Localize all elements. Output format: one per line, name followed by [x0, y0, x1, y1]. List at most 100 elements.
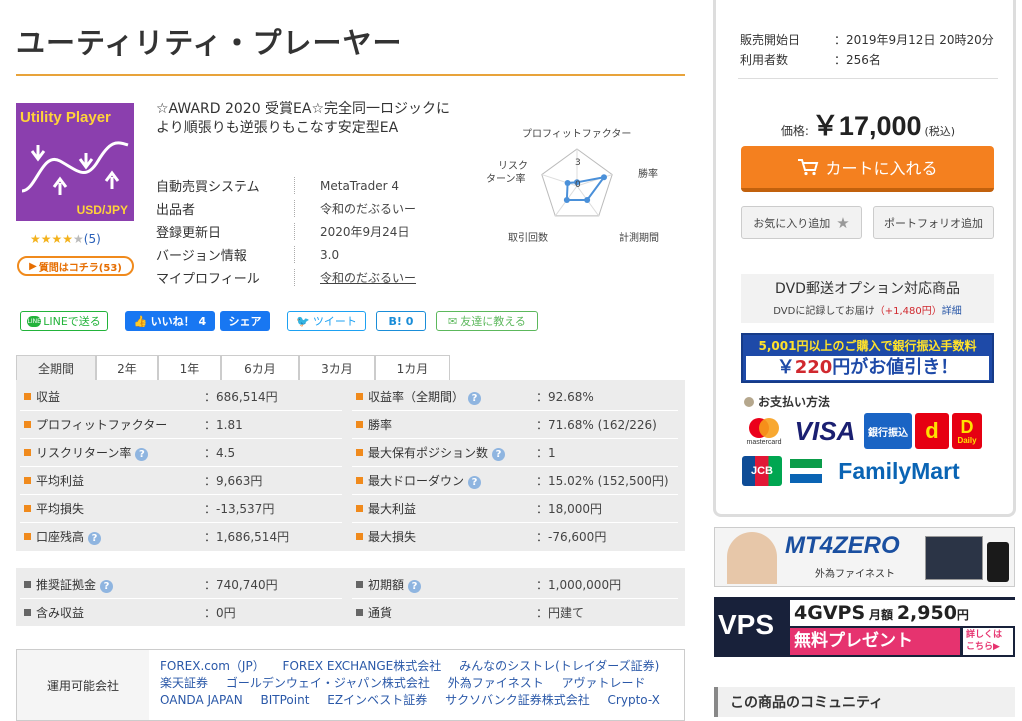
stat-label: 推奨証拠金? — [36, 576, 204, 593]
stat-bullet-icon — [24, 392, 31, 400]
stat-label-text: 最大保有ポジション数 — [368, 445, 489, 460]
info-label: マイプロフィール — [156, 272, 260, 287]
rating-count-link[interactable]: (5) — [84, 232, 101, 246]
banner-line1: 5,001円以上のご購入で銀行振込手数料 — [758, 339, 977, 353]
vps-more-link[interactable]: 詳しくはこちら▶ — [963, 628, 1013, 655]
stat-bullet-icon — [356, 476, 363, 484]
tab-2-years[interactable]: 2年 — [96, 355, 158, 380]
stat-value: ：9,663円 — [204, 473, 263, 488]
stat-label-text: 含み収益 — [36, 605, 85, 620]
vps-label: VPS — [718, 609, 775, 640]
stat-row: 初期額? ：1,000,000円 — [356, 570, 621, 598]
radar-label-win-rate: 勝率 — [638, 169, 658, 180]
stat-bullet-icon — [24, 420, 31, 428]
broker-link[interactable]: みんなのシストレ(トレイダーズ証券) — [459, 659, 659, 673]
tab-all-period[interactable]: 全期間 — [16, 355, 96, 380]
broker-list: FOREX.com（JP） FOREX EXCHANGE株式会社 みんなのシスト… — [160, 658, 680, 709]
twitter-bird-icon: 🐦 — [296, 314, 310, 328]
cart-icon — [798, 159, 819, 176]
purchase-box: 販売開始日 ：2019年9月12日 20時20分 利用者数 ：256名 価格: ￥17… — [713, 0, 1016, 517]
rating-star-empty-icon: ★ — [73, 232, 84, 246]
help-icon[interactable]: ? — [468, 391, 482, 405]
broker-link[interactable]: OANDA JAPAN — [160, 693, 243, 707]
tab-6-months[interactable]: 6カ月 — [221, 355, 299, 380]
jcb-logo: JCB — [742, 456, 782, 486]
stat-row: 平均利益 ：9,663円 — [24, 466, 262, 494]
stat-row: 勝率 ：71.68% (162/226) — [356, 410, 657, 438]
facebook-share-button[interactable]: シェア — [220, 311, 270, 331]
facebook-like-label: いいね！ 4 — [150, 315, 207, 328]
vps-price: 2,950 — [896, 602, 957, 624]
page-title: ユーティリティ・プレーヤー — [16, 26, 403, 60]
broker-link[interactable]: 外為ファイネスト — [448, 676, 544, 690]
tab-1-year[interactable]: 1年 — [158, 355, 221, 380]
portfolio-button[interactable]: ポートフォリオ追加 — [873, 206, 994, 239]
start-date-value: ：2019年9月12日 20時20分 — [834, 33, 994, 47]
broker-link[interactable]: FOREX.com（JP） — [160, 659, 265, 673]
broker-link[interactable]: EZインベスト証券 — [327, 693, 427, 707]
person-image — [727, 532, 777, 584]
facebook-like-button[interactable]: 👍 いいね！ 4 — [125, 311, 215, 331]
tweet-button[interactable]: 🐦 ツイート — [287, 311, 366, 331]
mastercard-text: mastercard — [746, 438, 782, 446]
broker-link[interactable]: BITPoint — [261, 693, 310, 707]
stat-row: 収益率（全期間）? ：92.68% — [356, 382, 594, 410]
broker-link[interactable]: FOREX EXCHANGE株式会社 — [283, 659, 442, 673]
stat-label: プロフィットファクター — [36, 416, 204, 433]
price-label: 価格: — [780, 124, 809, 138]
stat-row: 推奨証拠金? ：740,740円 — [24, 570, 278, 598]
stat-row: 通貨 ：円建て — [356, 598, 584, 626]
mail-icon: ✉ — [448, 314, 458, 328]
stat-value: ：1 — [536, 445, 556, 460]
dvd-detail-link[interactable]: 詳細 — [942, 306, 962, 317]
radar-point — [584, 196, 591, 203]
question-button[interactable]: ▶ 質問はコチラ(53) — [17, 256, 134, 276]
rating[interactable]: ★★★★★(5) — [30, 232, 101, 246]
stat-value: ：1,686,514円 — [204, 529, 290, 544]
community-heading: この商品のコミュニティ — [714, 687, 1015, 717]
tell-friend-button[interactable]: ✉ 友達に教える — [436, 311, 538, 331]
price-value: ￥17,000 — [811, 111, 922, 141]
product-info-list: 自動売買システム MetaTrader 4 出品者 令和のだぶるいー 登録更新日 20… — [156, 174, 456, 289]
broker-link[interactable]: Crypto-X — [608, 693, 660, 707]
line-share-button[interactable]: LINE LINEで送る — [20, 311, 108, 331]
help-icon[interactable]: ? — [408, 579, 422, 593]
vps-ad-banner[interactable]: VPS 4GVPS 月額 2,950円 無料プレゼント 詳しくはこちら▶ — [714, 597, 1015, 657]
mt4zero-ad-banner[interactable]: MT4ZERO 外為ファイネスト — [714, 527, 1015, 587]
info-separator — [294, 177, 320, 194]
banner-amount: 220 — [794, 357, 833, 378]
product-thumbnail[interactable]: Utility Player USD/JPY — [16, 103, 134, 221]
product-description: ☆AWARD 2020 受賞EA☆完全同一ロジックにより順張りも逆張りもこなす安… — [156, 101, 451, 136]
add-to-cart-button[interactable]: カートに入れる — [741, 146, 994, 192]
help-icon[interactable]: ? — [492, 447, 506, 461]
line-share-label: LINEで送る — [43, 315, 101, 328]
broker-link[interactable]: 楽天証券 — [160, 676, 208, 690]
stat-bullet-icon — [24, 448, 31, 456]
stat-divider — [20, 438, 342, 439]
radar-scale-max: 3 — [575, 158, 581, 168]
stat-bullet-icon — [356, 420, 363, 428]
radar-label-risk-return-1: リスク — [498, 161, 528, 172]
help-icon[interactable]: ? — [135, 447, 149, 461]
start-date-label: 販売開始日 — [740, 33, 801, 47]
stat-bullet-icon — [24, 476, 31, 484]
seller-profile-link[interactable]: 令和のだぶるいー — [320, 269, 416, 286]
tab-3-months[interactable]: 3カ月 — [299, 355, 375, 380]
stat-label: 初期額? — [368, 576, 536, 593]
tab-1-month[interactable]: 1カ月 — [375, 355, 450, 380]
stat-divider — [352, 598, 678, 599]
broker-link[interactable]: サクソバンク証券株式会社 — [445, 693, 590, 707]
help-icon[interactable]: ? — [468, 475, 482, 489]
help-icon[interactable]: ? — [88, 531, 102, 545]
hatena-bookmark-button[interactable]: B! 0 — [376, 311, 426, 331]
stat-divider — [20, 598, 342, 599]
mastercard-logo: mastercard — [742, 413, 786, 449]
vps-plan-name: 4GVPS — [794, 602, 866, 624]
broker-link[interactable]: ゴールデンウェイ・ジャパン株式会社 — [226, 676, 430, 690]
favorite-button[interactable]: お気に入り追加 ★ — [741, 206, 862, 239]
phone-image — [987, 542, 1009, 582]
broker-link[interactable]: アヴァトレード — [562, 676, 646, 690]
radar-spoke — [576, 174, 613, 187]
bank-discount-banner[interactable]: 5,001円以上のご購入で銀行振込手数料 ￥220円がお値引き！ — [741, 333, 994, 383]
help-icon[interactable]: ? — [100, 579, 114, 593]
